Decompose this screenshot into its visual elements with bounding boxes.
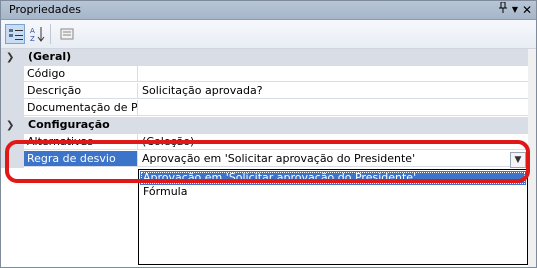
chevron-down-icon[interactable]: ❯ <box>6 49 20 66</box>
property-pages-button[interactable] <box>57 24 77 44</box>
property-row-alternativas[interactable]: Alternativas (Coleção) <box>1 134 528 151</box>
property-value[interactable]: (Coleção) <box>138 134 528 150</box>
property-value-combobox[interactable]: Aprovação em 'Solicitar aprovação do Pre… <box>138 151 528 167</box>
toolbar-separator <box>50 24 51 44</box>
row-gutter <box>1 134 24 151</box>
property-name[interactable]: Alternativas <box>24 134 138 150</box>
close-icon[interactable]: ✕ <box>519 2 535 18</box>
row-gutter <box>1 83 24 100</box>
dropdown-option[interactable]: Aprovação em 'Solicitar aprovação do Pre… <box>140 171 526 185</box>
category-label: Configuração <box>28 118 110 131</box>
property-value[interactable] <box>138 100 528 116</box>
chevron-down-icon[interactable]: ❯ <box>6 117 20 134</box>
window-title: Propriedades <box>9 3 81 16</box>
property-row-documentacao[interactable]: Documentação de Proc <box>1 100 528 117</box>
row-gutter <box>1 151 24 168</box>
property-pages-icon <box>60 28 74 40</box>
property-name[interactable]: Documentação de Proc <box>24 100 138 116</box>
alphabetical-sort-icon: A Z <box>30 27 45 42</box>
property-value[interactable] <box>138 66 528 82</box>
row-gutter <box>1 100 24 117</box>
property-value[interactable]: Solicitação aprovada? <box>138 83 528 99</box>
svg-text:Z: Z <box>30 35 35 42</box>
chevron-down-icon: ▼ <box>514 155 522 165</box>
property-name[interactable]: Código <box>24 66 138 82</box>
dropdown-option[interactable]: Fórmula <box>140 185 526 199</box>
category-label: (Geral) <box>28 50 72 63</box>
alphabetical-sort-button[interactable]: A Z <box>27 24 47 44</box>
vertical-scrollbar[interactable] <box>528 49 536 267</box>
property-name[interactable]: Descrição <box>24 83 138 99</box>
title-bar: Propriedades ▼ ✕ <box>1 1 536 20</box>
categorized-view-icon <box>9 29 23 40</box>
category-geral[interactable]: ❯ (Geral) <box>1 49 528 66</box>
toolbar: A Z <box>1 20 536 49</box>
property-row-codigo[interactable]: Código <box>1 66 528 83</box>
row-gutter <box>1 66 24 83</box>
property-row-descricao[interactable]: Descrição Solicitação aprovada? <box>1 83 528 100</box>
category-configuracao[interactable]: ❯ Configuração <box>1 117 528 134</box>
dropdown-list[interactable]: Aprovação em 'Solicitar aprovação do Pre… <box>138 169 528 265</box>
properties-window: Propriedades ▼ ✕ A Z ❯ (Geral) Código De… <box>0 0 537 268</box>
property-name[interactable]: Regra de desvio <box>24 151 138 167</box>
combobox-dropdown-button[interactable]: ▼ <box>510 152 526 168</box>
categorized-view-button[interactable] <box>5 24 25 44</box>
property-row-regra-de-desvio[interactable]: Regra de desvio Aprovação em 'Solicitar … <box>1 151 528 168</box>
svg-text:A: A <box>30 27 35 35</box>
